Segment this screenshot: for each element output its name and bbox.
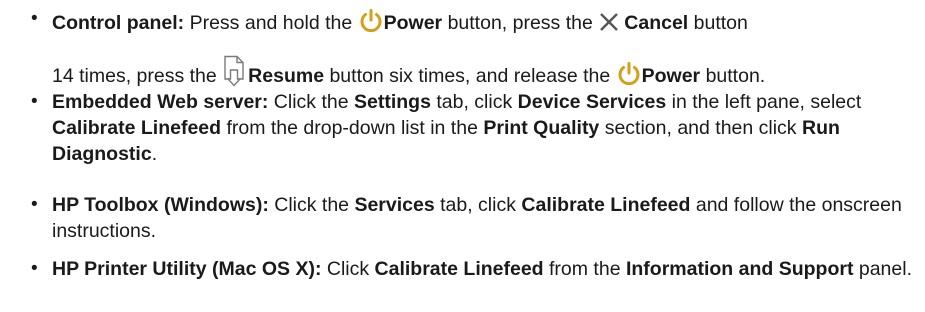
power-icon	[616, 61, 642, 87]
step-heading: Embedded Web server:	[52, 91, 269, 113]
cancel-label: Cancel	[624, 12, 689, 35]
bullet-marker: •	[31, 8, 38, 29]
step-heading: HP Toolbox (Windows):	[52, 194, 269, 216]
step-hp-toolbox: HP Toolbox (Windows): Click the Services…	[52, 194, 902, 242]
step-control-panel-line1: Control panel: Press and hold the Power …	[52, 8, 748, 37]
cancel-x-icon	[598, 11, 620, 33]
instruction-list: • Control panel: Press and hold the Powe…	[0, 0, 925, 312]
bullet-marker: •	[31, 91, 38, 112]
power-label: Power	[641, 65, 701, 88]
step-heading: Control panel:	[52, 12, 185, 35]
power-label: Power	[383, 12, 443, 35]
resume-label: Resume	[248, 65, 325, 88]
step-heading: HP Printer Utility (Mac OS X):	[52, 258, 322, 280]
bullet-marker: •	[31, 258, 38, 279]
bullet-marker: •	[31, 194, 38, 215]
step-hp-printer-utility: HP Printer Utility (Mac OS X): Click Cal…	[52, 258, 913, 280]
step-embedded-web-server: Embedded Web server: Click the Settings …	[52, 91, 862, 165]
power-icon	[358, 8, 384, 34]
resume-icon	[222, 55, 246, 87]
